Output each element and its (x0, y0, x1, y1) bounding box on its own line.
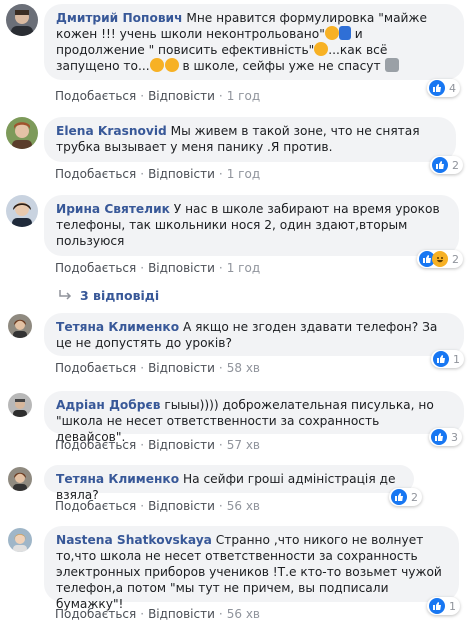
like-link[interactable]: Подобається (55, 89, 136, 103)
reaction-number: 3 (451, 430, 458, 444)
timestamp[interactable]: 1 год (227, 167, 260, 181)
replies-count: 3 відповіді (80, 288, 160, 303)
separator: · (218, 607, 223, 621)
separator: · (218, 438, 223, 452)
upside-down-face-emoji-icon (149, 58, 164, 72)
reaction-number: 1 (449, 599, 456, 613)
comment-bubble: Дмитрий Попович Мне нравится формулировк… (44, 4, 464, 80)
separator: · (218, 499, 223, 513)
view-replies-link[interactable]: 3 відповіді (58, 288, 159, 303)
separator: · (218, 361, 223, 375)
reaction-count[interactable]: 2 (417, 250, 463, 268)
avatar[interactable] (8, 528, 32, 552)
reaction-count[interactable]: 3 (429, 428, 462, 446)
timestamp[interactable]: 1 год (227, 261, 260, 275)
comment-author[interactable]: Nastena Shatkovskaya (56, 533, 212, 547)
separator: · (140, 261, 145, 275)
comment-actions: Подобається · Відповісти · 56 хв (55, 499, 260, 513)
reaction-number: 1 (453, 352, 460, 366)
comment-author[interactable]: Тетяна Клименко (56, 472, 179, 486)
reaction-number: 2 (452, 252, 459, 266)
timestamp[interactable]: 1 год (227, 89, 260, 103)
reaction-number: 2 (452, 158, 459, 172)
avatar[interactable] (8, 314, 32, 338)
timestamp[interactable]: 57 хв (227, 438, 260, 452)
separator: · (218, 89, 223, 103)
separator: · (140, 167, 145, 181)
comment-bubble: Nastena Shatkovskaya Странно ,что никого… (44, 526, 459, 611)
avatar[interactable] (8, 467, 32, 491)
like-link[interactable]: Подобається (55, 361, 136, 375)
like-link[interactable]: Подобається (55, 438, 136, 452)
like-icon (429, 80, 445, 96)
like-icon (429, 598, 445, 614)
reply-arrow-icon (59, 290, 72, 300)
like-link[interactable]: Подобається (55, 167, 136, 181)
comment-author[interactable]: Elena Krasnovid (56, 124, 167, 138)
reply-link[interactable]: Відповісти (148, 607, 215, 621)
like-icon (391, 489, 407, 505)
separator: · (140, 89, 145, 103)
timestamp[interactable]: 58 хв (227, 361, 260, 375)
like-icon (432, 157, 448, 173)
separator: · (140, 499, 145, 513)
phone-emoji-icon (338, 26, 351, 40)
comment-actions: Подобається · Відповісти · 57 хв (55, 438, 260, 452)
reply-link[interactable]: Відповісти (148, 361, 215, 375)
comment-author[interactable]: Адріан Добрєв (56, 398, 160, 412)
comment-actions: Подобається · Відповісти · 56 хв (55, 607, 260, 621)
comment-author[interactable]: Дмитрий Попович (56, 11, 182, 25)
reply-link[interactable]: Відповісти (148, 499, 215, 513)
robot-emoji-icon (384, 58, 399, 72)
haha-icon (432, 251, 448, 267)
comment-bubble: Тетяна Клименко А якщо не згоден здавати… (44, 313, 464, 356)
timestamp[interactable]: 56 хв (227, 607, 260, 621)
comment-actions: Подобається · Відповісти · 1 год (55, 261, 260, 275)
avatar[interactable] (6, 195, 38, 227)
like-link[interactable]: Подобається (55, 261, 136, 275)
like-link[interactable]: Подобається (55, 499, 136, 513)
like-icon (431, 429, 447, 445)
grin-emoji-icon (324, 26, 339, 40)
comment-bubble: Тетяна Клименко На сейфи гроші адміністр… (44, 465, 414, 502)
comment-bubble: Elena Krasnovid Мы живем в такой зоне, ч… (44, 117, 456, 162)
smile-emoji-icon (164, 58, 179, 72)
like-icon (433, 351, 449, 367)
avatar[interactable] (6, 4, 38, 36)
comment-bubble: Ирина Святелик У нас в школе забирают на… (44, 195, 459, 256)
reaction-count[interactable]: 1 (427, 597, 460, 615)
comment-author[interactable]: Тетяна Клименко (56, 320, 179, 334)
separator: · (140, 361, 145, 375)
crazy-face-emoji-icon (314, 42, 329, 56)
timestamp[interactable]: 56 хв (227, 499, 260, 513)
reaction-number: 2 (411, 490, 418, 504)
reply-link[interactable]: Відповісти (148, 261, 215, 275)
reaction-count[interactable]: 4 (427, 79, 460, 97)
reply-link[interactable]: Відповісти (148, 438, 215, 452)
separator: · (140, 607, 145, 621)
reply-link[interactable]: Відповісти (148, 167, 215, 181)
comment-bubble: Адріан Добрєв гыыы)))) доброжелательная … (44, 391, 464, 444)
separator: · (218, 167, 223, 181)
comment-actions: Подобається · Відповісти · 1 год (55, 89, 260, 103)
reaction-count[interactable]: 2 (430, 156, 463, 174)
comment-actions: Подобається · Відповісти · 58 хв (55, 361, 260, 375)
comment-author[interactable]: Ирина Святелик (56, 202, 170, 216)
reaction-count[interactable]: 2 (389, 488, 422, 506)
separator: · (218, 261, 223, 275)
reaction-number: 4 (449, 81, 456, 95)
like-link[interactable]: Подобається (55, 607, 136, 621)
reaction-count[interactable]: 1 (431, 350, 464, 368)
reply-link[interactable]: Відповісти (148, 89, 215, 103)
comment-actions: Подобається · Відповісти · 1 год (55, 167, 260, 181)
avatar[interactable] (8, 393, 32, 417)
avatar[interactable] (6, 117, 38, 149)
separator: · (140, 438, 145, 452)
